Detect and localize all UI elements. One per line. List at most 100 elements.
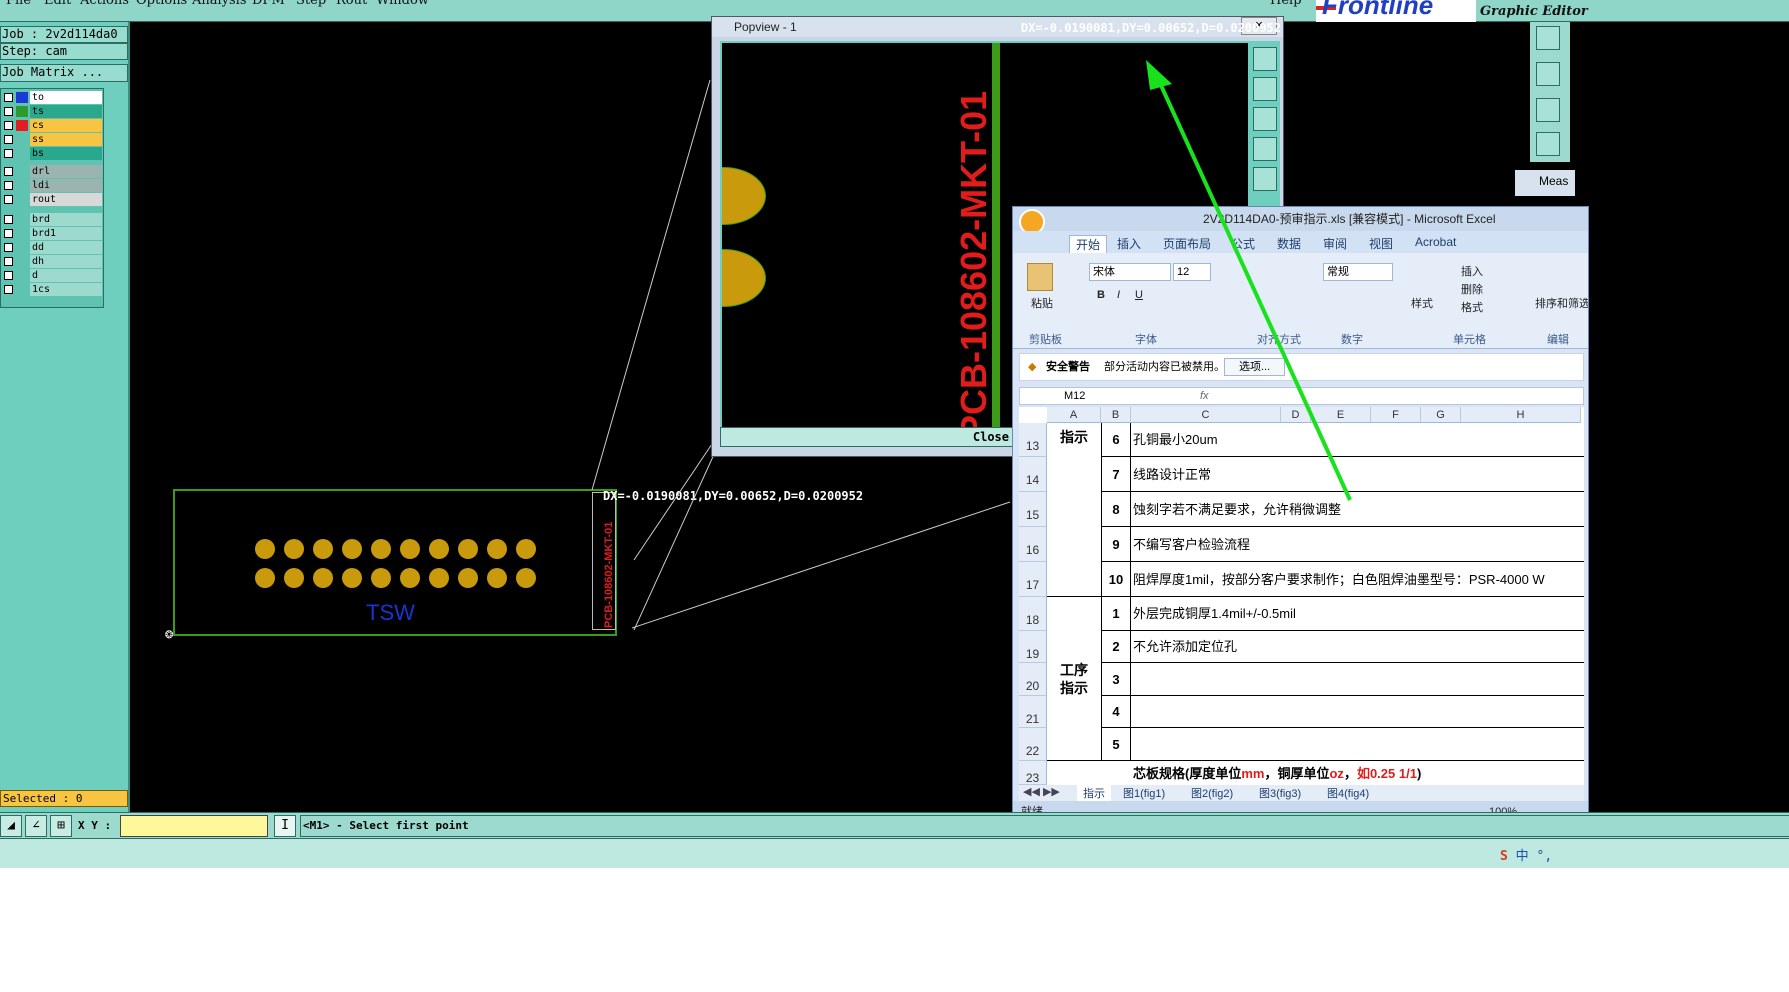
cell-text[interactable]: 不允许添加定位孔 <box>1131 631 1584 663</box>
tab-home[interactable]: 开始 <box>1069 235 1108 254</box>
cell-index[interactable]: 10 <box>1101 562 1131 597</box>
row-header[interactable]: 22 <box>1019 728 1047 761</box>
layer-color-swatch[interactable] <box>16 134 28 145</box>
bold-button[interactable]: B <box>1097 289 1105 301</box>
row-header[interactable]: 19 <box>1019 631 1047 663</box>
layer-checkbox[interactable] <box>4 257 13 266</box>
job-matrix-button[interactable]: Job Matrix ... <box>0 64 128 82</box>
row-header[interactable]: 20 <box>1019 663 1047 696</box>
cell-index[interactable]: 5 <box>1101 728 1131 761</box>
layer-row-dd[interactable]: dd <box>2 241 103 254</box>
paste-icon[interactable] <box>1027 263 1053 291</box>
info-button[interactable]: I <box>274 815 296 837</box>
layer-checkbox[interactable] <box>4 285 13 294</box>
row-header[interactable]: 13 <box>1019 423 1047 457</box>
insert-cells-button[interactable]: 插入 <box>1461 263 1483 279</box>
layer-name[interactable]: drl <box>30 165 102 178</box>
cell-index[interactable]: 6 <box>1101 423 1131 457</box>
layer-row-to[interactable]: to <box>2 91 103 104</box>
sheet-tab-fig1[interactable]: 图1(fig1) <box>1123 785 1165 801</box>
layer-checkbox[interactable] <box>4 229 13 238</box>
layer-row-brd1[interactable]: brd1 <box>2 227 103 240</box>
layer-row-rout[interactable]: rout <box>2 193 103 206</box>
menu-edit[interactable]: Edit <box>44 0 71 8</box>
layer-name[interactable]: brd1 <box>30 227 102 240</box>
measure-tool-button[interactable]: ∠ <box>25 815 47 837</box>
style-button[interactable]: 样式 <box>1411 295 1433 311</box>
layer-checkbox[interactable] <box>4 271 13 280</box>
cell-index[interactable]: 3 <box>1101 663 1131 696</box>
column-header[interactable]: H <box>1461 407 1581 423</box>
tab-view[interactable]: 视图 <box>1369 235 1393 252</box>
layer-checkbox[interactable] <box>4 93 13 102</box>
measure-window-tab[interactable]: Meas <box>1515 170 1575 196</box>
menu-help[interactable]: Help <box>1270 0 1302 8</box>
layer-checkbox[interactable] <box>4 135 13 144</box>
menu-window[interactable]: Window <box>376 0 429 8</box>
delete-cells-button[interactable]: 删除 <box>1461 281 1483 297</box>
layer-name[interactable]: brd <box>30 213 102 226</box>
sheet-tab-instructions[interactable]: 指示 <box>1077 785 1111 801</box>
layer-row-ss[interactable]: ss <box>2 133 103 146</box>
layer-checkbox[interactable] <box>4 181 13 190</box>
column-header[interactable]: A <box>1047 407 1101 423</box>
layer-color-swatch[interactable] <box>16 120 28 131</box>
layer-name[interactable]: ss <box>30 133 102 146</box>
menu-analysis[interactable]: Analysis <box>192 0 247 8</box>
sort-filter-button[interactable]: 排序和筛选 <box>1535 295 1588 311</box>
layer-checkbox[interactable] <box>4 243 13 252</box>
layer-color-swatch[interactable] <box>16 106 28 117</box>
group-cell-process[interactable]: 工序 指示 <box>1047 597 1101 761</box>
layer-color-swatch[interactable] <box>16 148 28 159</box>
layer-name[interactable]: rout <box>30 193 102 206</box>
row-header[interactable]: 21 <box>1019 696 1047 728</box>
sheet-tab-fig2[interactable]: 图2(fig2) <box>1191 785 1233 801</box>
layer-row-d[interactable]: d <box>2 269 103 282</box>
layer-color-swatch[interactable] <box>16 166 28 177</box>
cell-index[interactable]: 9 <box>1101 527 1131 562</box>
italic-button[interactable]: I <box>1117 289 1120 301</box>
layer-row-1cs[interactable]: 1cs <box>2 283 103 296</box>
layer-name[interactable]: bs <box>30 147 102 160</box>
tool-button-1[interactable] <box>1536 26 1560 50</box>
column-header[interactable]: B <box>1101 407 1131 423</box>
cell-text[interactable] <box>1131 728 1584 761</box>
row-header[interactable]: 18 <box>1019 597 1047 631</box>
sheet-nav-icon[interactable]: ◀◀ ▶▶ <box>1023 785 1060 798</box>
name-box[interactable]: M12 <box>1064 388 1085 404</box>
layer-color-swatch[interactable] <box>16 242 28 253</box>
cell-index[interactable]: 7 <box>1101 457 1131 492</box>
menu-step[interactable]: Step <box>296 0 326 8</box>
row-header[interactable]: 14 <box>1019 457 1047 492</box>
column-header[interactable]: G <box>1421 407 1461 423</box>
layer-row-bs[interactable]: bs <box>2 147 103 160</box>
ime-indicator[interactable]: S 中 °, <box>1500 845 1552 864</box>
format-cells-button[interactable]: 格式 <box>1461 299 1483 315</box>
layer-row-ts[interactable]: ts <box>2 105 103 118</box>
layer-checkbox[interactable] <box>4 195 13 204</box>
row-header[interactable]: 23 <box>1019 761 1047 785</box>
layer-row-dh[interactable]: dh <box>2 255 103 268</box>
row-header[interactable]: 17 <box>1019 562 1047 597</box>
menu-file[interactable]: File <box>6 0 31 8</box>
column-header[interactable]: F <box>1371 407 1421 423</box>
layer-row-brd[interactable]: brd <box>2 213 103 226</box>
layer-checkbox[interactable] <box>4 121 13 130</box>
layer-name[interactable]: to <box>30 91 102 104</box>
cell-core-spec[interactable]: 芯板规格(厚度单位mm，铜厚单位oz，如0.25 1/1) <box>1131 763 1584 785</box>
sheet-tab-fig3[interactable]: 图3(fig3) <box>1259 785 1301 801</box>
tab-insert[interactable]: 插入 <box>1117 235 1141 252</box>
group-cell-instructions[interactable]: 指示 <box>1047 423 1101 597</box>
layer-color-swatch[interactable] <box>16 194 28 205</box>
cell-text[interactable] <box>1131 696 1584 728</box>
layer-color-swatch[interactable] <box>16 228 28 239</box>
layer-name[interactable]: cs <box>30 119 102 132</box>
layer-name[interactable]: 1cs <box>30 283 102 296</box>
tool-button-3[interactable] <box>1536 98 1560 122</box>
layer-row-ldi[interactable]: ldi <box>2 179 103 192</box>
layer-name[interactable]: d <box>30 269 102 282</box>
row-header[interactable]: 15 <box>1019 492 1047 527</box>
cell-text[interactable]: 外层完成铜厚1.4mil+/-0.5mil <box>1131 597 1584 631</box>
cell-text[interactable]: 不编写客户检验流程 <box>1131 527 1584 562</box>
menu-dfm[interactable]: DFM <box>252 0 285 8</box>
